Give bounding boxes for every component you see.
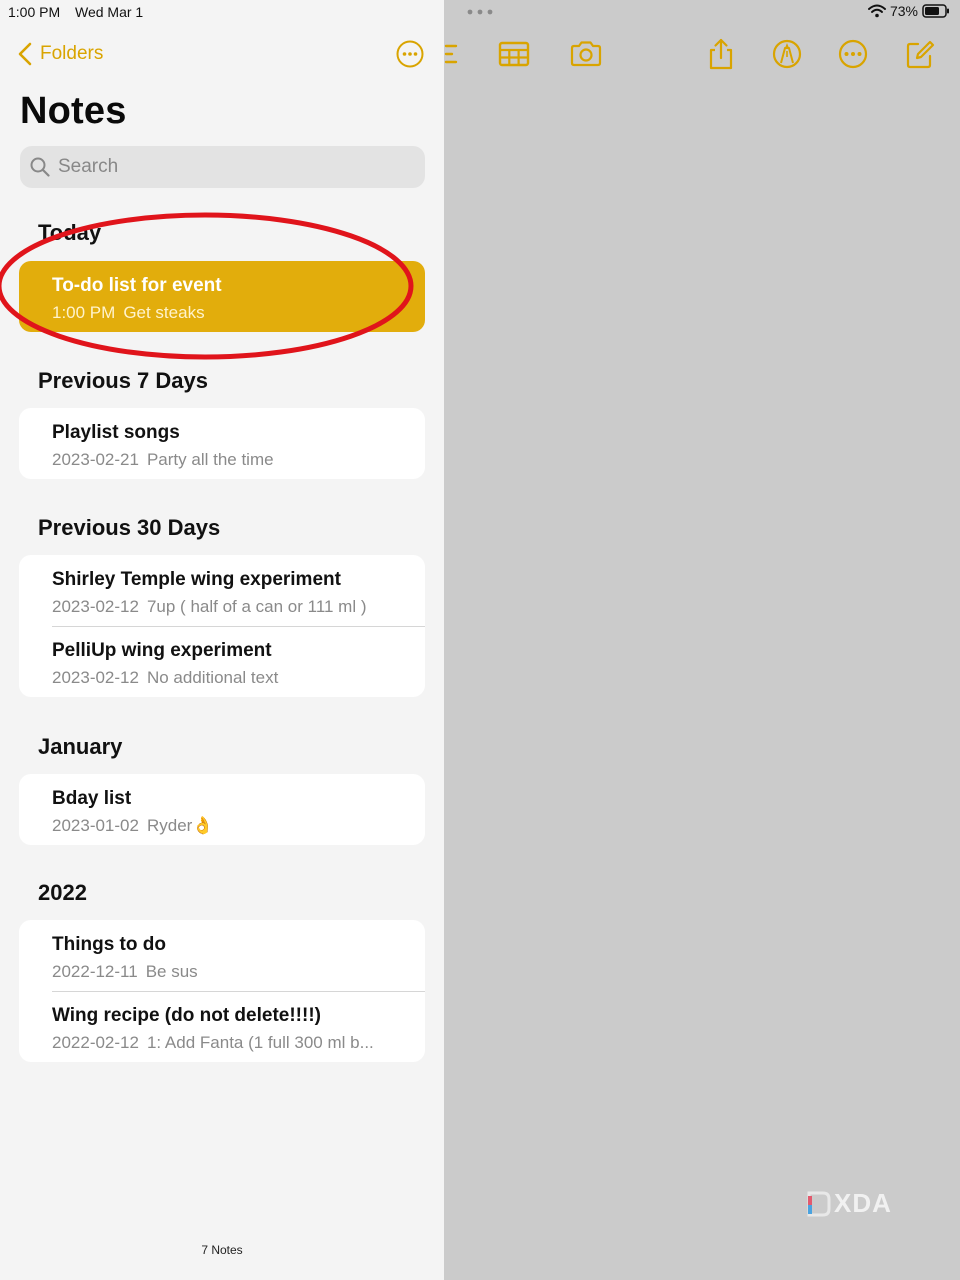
page-title: Notes: [20, 90, 127, 132]
note-preview: No additional text: [146, 668, 279, 687]
note-title: Bday list: [52, 788, 132, 809]
status-right: 73%: [867, 3, 950, 19]
ellipsis-circle-icon[interactable]: [835, 36, 871, 72]
magnifier-icon: [30, 157, 50, 177]
note-group-previous-7-days: Playlist songs 2023-02-21 Party all the t…: [19, 408, 425, 479]
checklist-icon[interactable]: [440, 36, 476, 72]
note-subtitle: 2023-02-12 7up ( half of a can or 111 ml …: [52, 597, 425, 617]
note-date: 2023-02-21: [52, 450, 139, 469]
xda-watermark: XDA: [806, 1188, 892, 1219]
xda-watermark-text: XDA: [834, 1188, 892, 1218]
note-subtitle: 1:00 PM Get steaks: [52, 303, 425, 323]
note-subtitle: 2023-02-12 No additional text: [52, 668, 425, 688]
folders-back-label: Folders: [40, 43, 104, 64]
note-item[interactable]: Bday list 2023-01-02 Ryder👌: [19, 774, 425, 845]
notes-sidebar: 1:00 PM Wed Mar 1 Folders Notes Today To…: [0, 0, 444, 1280]
table-icon[interactable]: [496, 36, 532, 72]
note-item[interactable]: To-do list for event 1:00 PM Get steaks: [19, 261, 425, 332]
section-title-today: Today: [38, 220, 102, 245]
search-input[interactable]: [58, 156, 398, 178]
chevron-left-icon: [18, 42, 32, 66]
section-title-january: January: [38, 734, 123, 759]
note-title: Shirley Temple wing experiment: [52, 569, 341, 590]
status-time: 1:00 PM: [8, 4, 61, 20]
note-item[interactable]: PelliUp wing experiment 2023-02-12 No add…: [19, 626, 425, 697]
note-editor-pane[interactable]: [444, 0, 960, 1280]
note-date: 2023-01-02: [52, 816, 139, 835]
note-group-previous-30-days: Shirley Temple wing experiment 2023-02-1…: [19, 555, 425, 697]
note-group-today: To-do list for event 1:00 PM Get steaks: [19, 261, 425, 332]
note-item[interactable]: Things to do 2022-12-11 Be sus: [19, 920, 425, 991]
multitasking-dots-icon[interactable]: [466, 6, 494, 18]
note-subtitle: 2023-01-02 Ryder👌: [52, 816, 425, 836]
compose-icon[interactable]: [902, 36, 938, 72]
note-item[interactable]: Wing recipe (do not delete!!!!) 2022-02-…: [19, 991, 425, 1062]
note-group-2022: Things to do 2022-12-11 Be sus Wing recip…: [19, 920, 425, 1062]
note-date: 1:00 PM: [52, 303, 116, 322]
markup-pen-icon[interactable]: [769, 36, 805, 72]
section-title-previous-7-days: Previous 7 Days: [38, 368, 208, 393]
note-title: Things to do: [52, 934, 166, 955]
camera-icon[interactable]: [568, 36, 604, 72]
note-item[interactable]: Shirley Temple wing experiment 2023-02-1…: [19, 555, 425, 626]
note-subtitle: 2022-12-11 Be sus: [52, 962, 425, 982]
battery-percentage: 73%: [889, 3, 918, 19]
search-bar[interactable]: [20, 146, 425, 188]
notes-count: 7 Notes: [201, 1243, 243, 1257]
note-date: 2022-12-11: [52, 962, 138, 981]
note-preview: Party all the time: [146, 450, 274, 469]
ellipsis-circle-icon[interactable]: [396, 40, 424, 68]
xda-logo-icon: [807, 1191, 831, 1216]
note-subtitle: 2023-02-21 Party all the time: [52, 450, 425, 470]
note-title: PelliUp wing experiment: [52, 640, 272, 661]
note-preview: Ryder👌: [146, 816, 214, 835]
section-title-2022: 2022: [38, 880, 87, 905]
note-preview: 1: Add Fanta (1 full 300 ml b...: [146, 1033, 374, 1052]
note-date: 2023-02-12: [52, 597, 139, 616]
note-preview: Be sus: [145, 962, 198, 981]
note-title: Wing recipe (do not delete!!!!): [52, 1005, 321, 1026]
wifi-icon: [867, 4, 886, 18]
note-group-january: Bday list 2023-01-02 Ryder👌: [19, 774, 425, 845]
section-title-previous-30-days: Previous 30 Days: [38, 515, 221, 540]
folders-back-button[interactable]: Folders: [18, 40, 103, 68]
note-title: To-do list for event: [52, 275, 222, 296]
battery-icon: [922, 4, 949, 18]
note-preview: Get steaks: [123, 303, 205, 322]
note-subtitle: 2022-02-12 1: Add Fanta (1 full 300 ml b.…: [52, 1033, 425, 1053]
share-icon[interactable]: [703, 36, 739, 72]
note-date: 2022-02-12: [52, 1033, 139, 1052]
note-date: 2023-02-12: [52, 668, 139, 687]
status-date: Wed Mar 1: [75, 4, 144, 20]
note-item[interactable]: Playlist songs 2023-02-21 Party all the t…: [19, 408, 425, 479]
note-preview: 7up ( half of a can or 111 ml ): [146, 597, 367, 616]
note-title: Playlist songs: [52, 422, 180, 443]
